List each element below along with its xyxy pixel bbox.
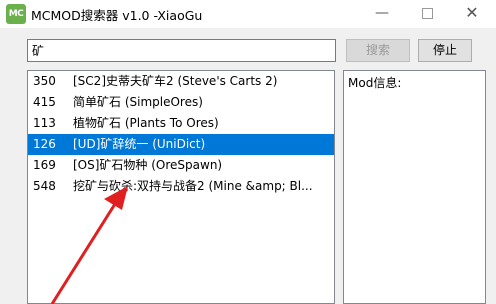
title-bar: MC MCMOD搜索器 v1.0 -XiaoGu — ✕ [0,0,496,28]
search-button[interactable]: 搜索 [346,39,410,62]
stop-button[interactable]: 停止 [418,39,472,62]
app-icon: MC [6,4,26,24]
mod-name: [UD]矿辞统一 (UniDict) [73,137,206,151]
list-item[interactable]: 415 简单矿石 (SimpleOres) [28,92,334,113]
list-item[interactable]: 350 [SC2]史蒂夫矿车2 (Steve's Carts 2) [28,71,334,92]
list-item[interactable]: 548 挖矿与砍杀:双持与战备2 (Mine &amp; Bl... [28,176,334,197]
mod-id: 126 [33,137,56,151]
mod-name: 挖矿与砍杀:双持与战备2 (Mine &amp; Bl... [73,179,313,193]
list-item-selected[interactable]: 126 [UD]矿辞统一 (UniDict) [28,134,334,155]
search-input[interactable] [27,39,336,62]
mod-name: 植物矿石 (Plants To Ores) [73,116,219,130]
mod-name: [OS]矿石物种 (OreSpawn) [73,158,223,172]
results-list[interactable]: 350 [SC2]史蒂夫矿车2 (Steve's Carts 2) 415 简单… [27,70,335,304]
list-item[interactable]: 113 植物矿石 (Plants To Ores) [28,113,334,134]
mod-name: 简单矿石 (SimpleOres) [73,95,203,109]
maximize-icon [421,7,433,19]
close-button[interactable]: ✕ [450,0,494,28]
mod-id: 548 [33,179,56,193]
mod-name: [SC2]史蒂夫矿车2 (Steve's Carts 2) [73,74,278,88]
window-title: MCMOD搜索器 v1.0 -XiaoGu [31,8,203,23]
mod-id: 415 [33,95,56,109]
mod-id: 169 [33,158,56,172]
minimize-button[interactable]: — [360,0,404,28]
list-item[interactable]: 169 [OS]矿石物种 (OreSpawn) [28,155,334,176]
maximize-button[interactable] [405,0,449,28]
mod-info-panel: Mod信息: [343,70,486,304]
mod-info-label: Mod信息: [348,76,402,90]
mod-id: 350 [33,74,56,88]
mod-id: 113 [33,116,56,130]
